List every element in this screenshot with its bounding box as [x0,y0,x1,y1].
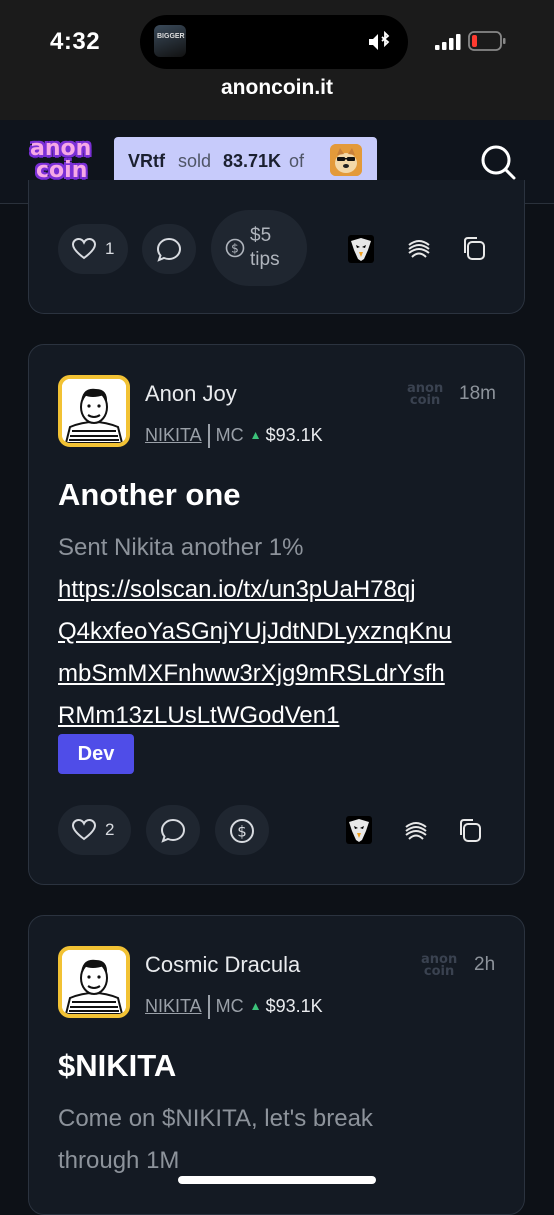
post-body: Come on $NIKITA, let's break through 1M [58,1098,373,1182]
body-line: Come on $NIKITA, let's break [58,1105,373,1132]
clock: 4:32 [50,28,101,55]
mc-label: MC [215,424,244,445]
token-market-cap: NIKITA MC ▲ $93.1K [145,995,323,1019]
author-name[interactable]: Anon Joy [145,381,237,407]
anoncoin-watermark: anon coin [407,382,443,408]
post-time: 2h [474,954,496,975]
link-line[interactable]: RMm13zLUsLtWGodVen1 [58,695,452,737]
mc-value: $93.1K [265,424,323,445]
dollar-coin-icon: $ [225,238,245,258]
watermark-line-2: coin [423,964,455,979]
tips-amount: $5 [250,225,272,246]
ticker-amount: 83.71K [223,151,282,171]
thumbnail-text: BIGGER [157,33,185,40]
heart-icon [72,238,96,260]
comment-icon [156,237,182,262]
post-title: $NIKITA [58,1048,177,1083]
svg-text:$: $ [237,823,247,841]
post-card: 1 $ $5 tips [28,180,525,314]
search-icon[interactable] [478,142,518,182]
copy-icon[interactable] [457,817,483,843]
link-line[interactable]: mbSmMXFnhww3rXjg9mRSLdrYsfh [58,653,452,695]
link-line[interactable]: Q4kxfeoYaSGnjYUjJdtNDLyxznqKnu [58,611,452,653]
battery-low-icon [468,31,506,51]
link-line[interactable]: https://solscan.io/tx/un3pUaH78qj [58,569,452,611]
eagle-icon[interactable] [346,816,372,844]
tip-button[interactable]: $ [215,805,269,855]
divider [207,995,210,1019]
like-count: 1 [105,239,115,258]
tips-button[interactable]: $ $5 tips [211,210,307,286]
anoncoin-watermark: anon coin [421,953,457,979]
ticker-of: of [289,151,305,171]
cellular-signal-icon [435,34,461,50]
mc-label: MC [215,995,244,1016]
mc-value: $93.1K [265,995,323,1016]
like-button[interactable]: 2 [58,805,131,855]
ticker-symbol: VRtf [128,151,165,171]
logo-line-2: coin [36,158,88,183]
dynamic-island[interactable]: BIGGER [140,15,408,69]
post-time: 18m [459,383,496,404]
solscan-link[interactable]: https://solscan.io/tx/un3pUaH78qj Q4kxfe… [58,569,452,737]
author-name[interactable]: Cosmic Dracula [145,952,300,978]
avatar[interactable] [58,946,130,1018]
up-arrow-icon: ▲ [249,998,262,1013]
comment-button[interactable] [142,224,196,274]
eagle-icon[interactable] [348,235,374,263]
copy-icon[interactable] [461,235,487,261]
token-market-cap: NIKITA MC ▲ $93.1K [145,424,323,448]
comment-button[interactable] [146,805,200,855]
token-link[interactable]: NIKITA [145,996,202,1016]
tips-word: tips [250,249,280,270]
up-arrow-icon: ▲ [249,427,262,442]
post-body: Sent Nikita another 1% [58,534,304,561]
like-button[interactable]: 1 [58,224,128,274]
avatar[interactable] [58,375,130,447]
post-card[interactable]: Cosmic Dracula NIKITA MC ▲ $93.1K anon coin… [28,915,525,1215]
tips-label: $5 tips [250,224,280,272]
watermark-line-2: coin [409,393,441,408]
wave-swirl-icon[interactable] [407,236,431,260]
logo-line-1: anon [30,136,92,161]
status-bar: 4:32 BIGGER anoncoin.it [0,0,554,120]
dev-badge: Dev [58,734,134,774]
trade-ticker[interactable]: VRtf sold 83.71K of [114,137,377,185]
like-count: 2 [105,820,115,839]
heart-icon [72,819,96,841]
audio-output-icon [369,31,390,50]
comment-icon [160,818,186,843]
wave-swirl-icon[interactable] [404,818,428,842]
home-indicator[interactable] [178,1176,376,1184]
now-playing-thumbnail: BIGGER [154,25,186,57]
svg-text:$: $ [231,242,239,256]
post-card[interactable]: Anon Joy NIKITA MC ▲ $93.1K anon coin 18m A… [28,344,525,885]
ticker-verb: sold [178,151,212,171]
divider [207,424,210,448]
token-link[interactable]: NIKITA [145,425,202,445]
dollar-coin-icon: $ [230,819,254,843]
post-title: Another one [58,477,241,512]
doge-coin-icon [330,144,362,176]
url-bar[interactable]: anoncoin.it [0,76,554,100]
